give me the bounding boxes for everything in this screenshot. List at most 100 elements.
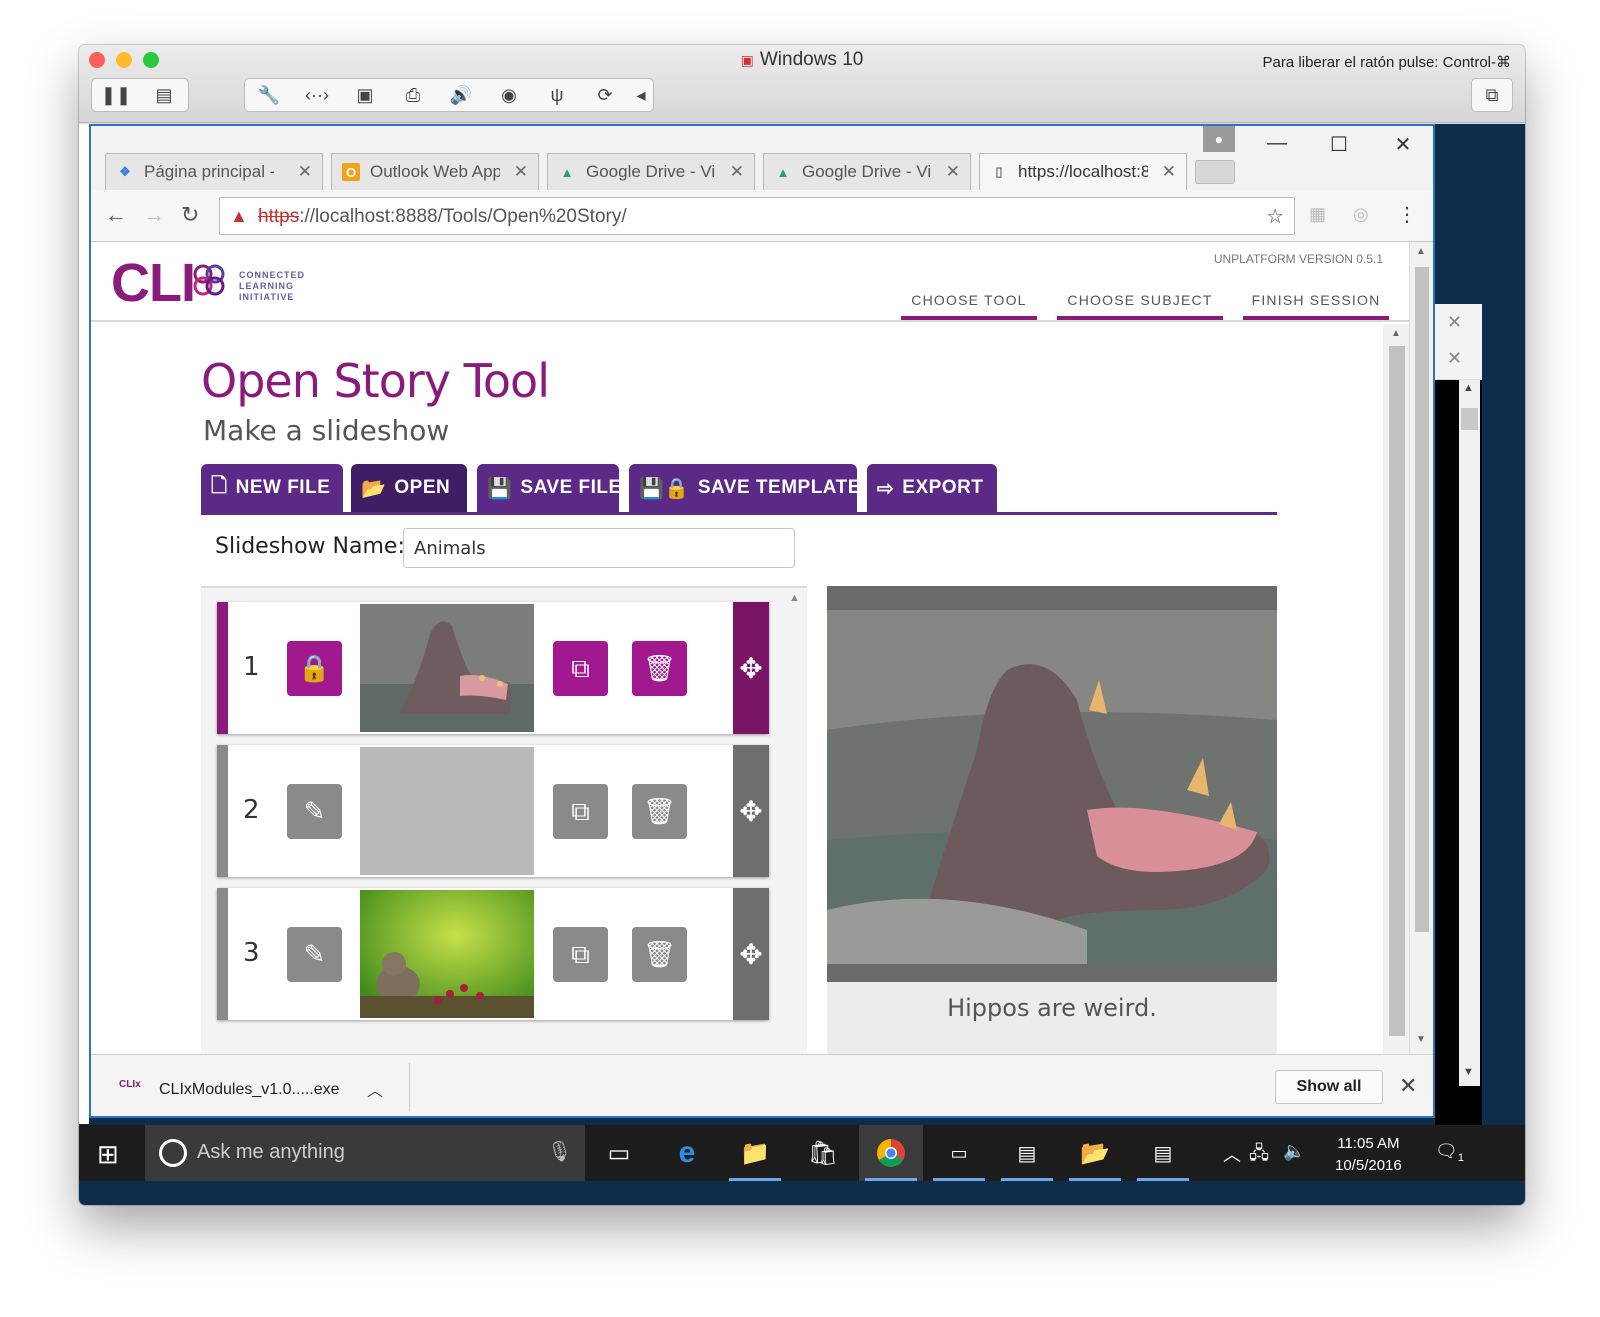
store-icon[interactable]: 🛍 bbox=[791, 1125, 855, 1181]
menu-icon[interactable]: ⋮ bbox=[1397, 202, 1417, 227]
slide-item[interactable]: 1 🔒 ⧉ 🗑 ✥ bbox=[217, 602, 769, 734]
profile-icon[interactable]: ● bbox=[1203, 126, 1235, 152]
printer-icon[interactable]: ⎙ bbox=[389, 79, 437, 111]
scroll-thumb[interactable] bbox=[1389, 346, 1405, 1036]
open-button[interactable]: 📂 OPEN bbox=[351, 464, 467, 512]
drag-handle[interactable]: ✥ bbox=[733, 745, 769, 877]
duplicate-button[interactable]: ⧉ bbox=[553, 927, 608, 982]
window-app-icon[interactable]: ▤ bbox=[995, 1125, 1059, 1181]
chevron-up-icon[interactable]: ︿ bbox=[367, 1077, 383, 1101]
disk-icon[interactable]: ▣ bbox=[341, 79, 389, 111]
lock-button[interactable]: 🔒 bbox=[287, 641, 342, 696]
slideshow-name-input[interactable] bbox=[403, 528, 795, 568]
window-app-icon[interactable]: ▤ bbox=[1131, 1125, 1195, 1181]
extension-icon[interactable]: ▦ bbox=[1309, 204, 1326, 225]
delete-button[interactable]: 🗑 bbox=[632, 641, 687, 696]
slide-preview[interactable]: Hippos are weird. bbox=[827, 586, 1277, 1054]
windows-start-icon[interactable]: ⊞ bbox=[97, 1139, 119, 1170]
task-view-icon[interactable]: ▭ bbox=[587, 1125, 651, 1181]
camera-icon[interactable]: ◉ bbox=[485, 79, 533, 111]
scroll-up-icon[interactable]: ▲ bbox=[1391, 328, 1401, 339]
show-all-button[interactable]: Show all bbox=[1275, 1070, 1383, 1104]
minimize-icon[interactable]: — bbox=[1257, 132, 1297, 155]
file-explorer-icon[interactable]: 📁 bbox=[723, 1125, 787, 1181]
window-mode-icon[interactable]: ⧉ bbox=[1472, 79, 1512, 111]
bookmark-star-icon[interactable]: ☆ bbox=[1266, 204, 1284, 229]
close-tab-icon[interactable]: ✕ bbox=[514, 162, 528, 182]
inner-scrollbar[interactable]: ▲ bbox=[1383, 324, 1409, 1054]
notification-icon[interactable]: 🗨1 bbox=[1435, 1141, 1464, 1164]
chrome-icon[interactable] bbox=[859, 1125, 923, 1181]
close-icon[interactable]: ✕ bbox=[1447, 312, 1462, 333]
duplicate-button[interactable]: ⧉ bbox=[553, 784, 608, 839]
close-tab-icon[interactable]: ✕ bbox=[946, 162, 960, 182]
microphone-icon[interactable]: 🎙 bbox=[547, 1139, 572, 1164]
new-tab-button[interactable] bbox=[1195, 160, 1235, 184]
edit-button[interactable]: ✎ bbox=[287, 927, 342, 982]
tab-localhost[interactable]: ▯ https://localhost:8 ✕ bbox=[979, 153, 1187, 190]
network-icon[interactable]: ‹··› bbox=[293, 79, 341, 111]
save-file-button[interactable]: 💾 SAVE FILE bbox=[477, 464, 621, 512]
cortana-search[interactable]: Ask me anything 🎙 bbox=[145, 1125, 585, 1181]
slide-thumbnail[interactable] bbox=[360, 604, 534, 732]
tab-outlook[interactable]: O Outlook Web App ✕ bbox=[331, 153, 539, 190]
close-tab-icon[interactable]: ✕ bbox=[1162, 162, 1176, 182]
slide-item[interactable]: 2 ✎ ⧉ 🗑 ✥ bbox=[217, 745, 769, 877]
new-file-button[interactable]: 🗋 NEW FILE bbox=[201, 464, 343, 512]
close-icon[interactable]: ✕ bbox=[1383, 132, 1423, 157]
scroll-thumb[interactable] bbox=[1415, 267, 1429, 932]
scroll-thumb[interactable] bbox=[1461, 408, 1478, 430]
slides-list[interactable]: ▲ 1 🔒 ⧉ 🗑 ✥ 2 ✎ ⧉ 🗑 ✥ 3 ✎ ⧉ 🗑 ✥ bbox=[201, 586, 807, 1054]
usb-icon[interactable]: ψ bbox=[533, 79, 581, 111]
tab-google-drive-1[interactable]: ▲ Google Drive - Vir ✕ bbox=[547, 153, 755, 190]
nav-choose-tool[interactable]: CHOOSE TOOL bbox=[901, 292, 1037, 320]
folder-python-icon[interactable]: 📂 bbox=[1063, 1125, 1127, 1181]
scroll-up-icon[interactable]: ▲ bbox=[789, 592, 800, 604]
delete-button[interactable]: 🗑 bbox=[632, 927, 687, 982]
close-tab-icon[interactable]: ✕ bbox=[730, 162, 744, 182]
wrench-icon[interactable]: 🔧 bbox=[245, 79, 293, 111]
tab-google-drive-2[interactable]: ▲ Google Drive - Vir ✕ bbox=[763, 153, 971, 190]
reload-icon[interactable]: ↻ bbox=[181, 202, 199, 228]
duplicate-button[interactable]: ⧉ bbox=[553, 641, 608, 696]
scroll-down-icon[interactable]: ▼ bbox=[1416, 1034, 1426, 1045]
tab-dropbox[interactable]: ❖ Página principal - ✕ bbox=[105, 153, 323, 190]
network-icon[interactable]: 🖧 bbox=[1249, 1141, 1269, 1171]
chevron-up-icon[interactable]: ︿ bbox=[1223, 1141, 1241, 1167]
page-scrollbar[interactable]: ▲ ▼ bbox=[1409, 242, 1433, 1054]
download-filename[interactable]: CLIxModules_v1.0.....exe bbox=[159, 1081, 340, 1099]
clock[interactable]: 11:05 AM 10/5/2016 bbox=[1335, 1133, 1402, 1177]
volume-icon[interactable]: 🔈 bbox=[1283, 1141, 1305, 1162]
background-window-scrollbar[interactable]: ▲ ▼ bbox=[1459, 380, 1480, 1086]
drag-handle[interactable]: ✥ bbox=[733, 602, 769, 734]
back-icon[interactable]: ← bbox=[105, 202, 127, 228]
scroll-up-icon[interactable]: ▲ bbox=[1463, 382, 1474, 394]
export-button[interactable]: ⇨ EXPORT bbox=[867, 464, 997, 512]
delete-button[interactable]: 🗑 bbox=[632, 784, 687, 839]
extension-icon[interactable]: ◎ bbox=[1353, 204, 1369, 225]
sync-icon[interactable]: ⟳ bbox=[581, 79, 629, 111]
pause-icon[interactable]: ❚❚ bbox=[92, 79, 140, 111]
scroll-down-icon[interactable]: ▼ bbox=[1463, 1066, 1474, 1078]
nav-finish-session[interactable]: FINISH SESSION bbox=[1243, 292, 1389, 320]
speaker-icon[interactable]: 🔊 bbox=[437, 79, 485, 111]
maximize-icon[interactable]: ☐ bbox=[1319, 132, 1359, 157]
slide-item[interactable]: 3 ✎ ⧉ 🗑 ✥ bbox=[217, 888, 769, 1020]
collapse-left-icon[interactable]: ◂ bbox=[629, 79, 653, 111]
forward-icon[interactable]: → bbox=[143, 202, 165, 228]
snapshot-icon[interactable]: ▤ bbox=[140, 79, 188, 111]
nav-choose-subject[interactable]: CHOOSE SUBJECT bbox=[1057, 292, 1223, 320]
slide-thumbnail[interactable] bbox=[360, 890, 534, 1018]
slide-thumbnail-empty[interactable] bbox=[360, 747, 534, 875]
edit-button[interactable]: ✎ bbox=[287, 784, 342, 839]
close-tab-icon[interactable]: ✕ bbox=[298, 162, 312, 182]
address-bar[interactable]: ▲ https://localhost:8888/Tools/Open%20St… bbox=[219, 197, 1295, 235]
close-icon[interactable]: ✕ bbox=[1399, 1073, 1417, 1099]
edge-icon[interactable]: e bbox=[655, 1125, 719, 1181]
drag-handle[interactable]: ✥ bbox=[733, 888, 769, 1020]
terminal-icon[interactable]: ▭ bbox=[927, 1125, 991, 1181]
close-icon[interactable]: ✕ bbox=[1447, 348, 1462, 369]
save-template-button[interactable]: 💾🔒 SAVE TEMPLATE bbox=[629, 464, 860, 512]
scroll-up-icon[interactable]: ▲ bbox=[1416, 246, 1426, 257]
logo[interactable]: CLI bbox=[111, 252, 196, 314]
